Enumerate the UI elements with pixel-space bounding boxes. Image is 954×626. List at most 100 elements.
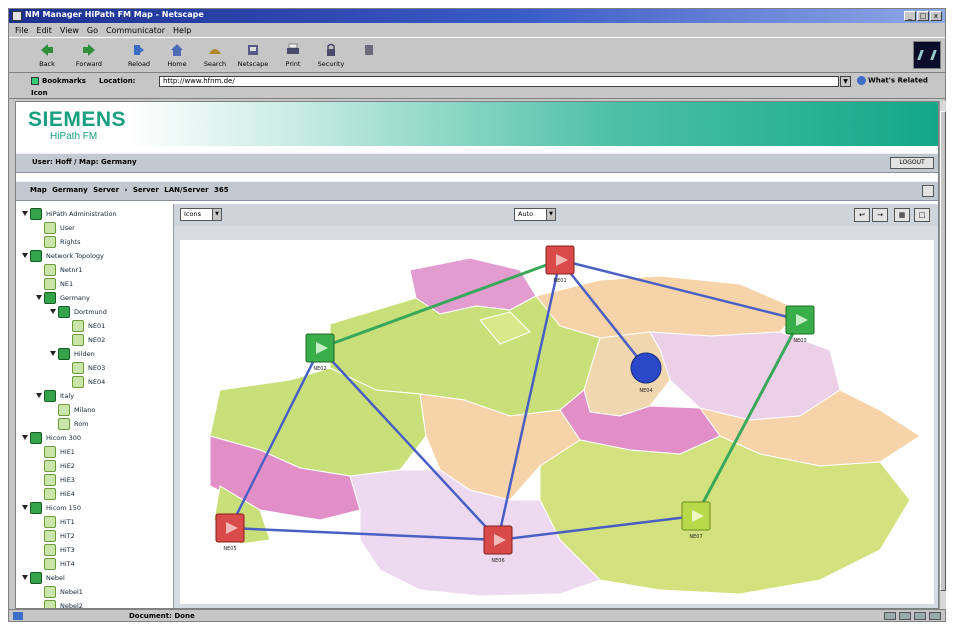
security-icon bbox=[327, 43, 335, 56]
connection-icon bbox=[13, 612, 23, 620]
tree-item-label: HiT4 bbox=[60, 560, 75, 568]
tree-item-label: Nebel1 bbox=[60, 588, 83, 596]
tree-folder-icon bbox=[30, 432, 42, 444]
menu-help[interactable]: Help bbox=[173, 26, 191, 35]
tree-item-label: User bbox=[60, 224, 75, 232]
whats-related-button[interactable]: What's Related bbox=[857, 76, 928, 85]
expand-toggle-icon[interactable] bbox=[36, 295, 42, 300]
tree-item-label: Rom bbox=[74, 420, 89, 428]
tree-leaf-icon bbox=[44, 222, 56, 234]
tree-leaf-icon bbox=[44, 474, 56, 486]
home-icon bbox=[171, 44, 183, 56]
map-grid-button[interactable]: ▦ bbox=[894, 208, 910, 222]
stop-button[interactable] bbox=[351, 40, 387, 72]
menu-file[interactable]: File bbox=[15, 26, 28, 35]
tree-leaf-icon bbox=[44, 516, 56, 528]
expand-toggle-icon[interactable] bbox=[22, 435, 28, 440]
expand-toggle-icon[interactable] bbox=[22, 211, 28, 216]
tree-leaf-icon bbox=[72, 334, 84, 346]
title-bar: NM Manager HiPath FM Map - Netscape _ □ … bbox=[9, 9, 945, 23]
tree-item-label: NE04 bbox=[88, 378, 106, 386]
tree-item-label: Italy bbox=[60, 392, 75, 400]
url-dropdown-icon[interactable]: ▼ bbox=[840, 76, 851, 87]
tree-leaf-icon bbox=[72, 320, 84, 332]
germany-network-map: NE01 NE02 NE03 NE04 NE05 NE06 NE07 bbox=[180, 240, 934, 604]
forward-button[interactable]: Forward bbox=[71, 40, 107, 72]
back-button[interactable]: Back bbox=[29, 40, 65, 72]
view-select[interactable]: Icons ▼ bbox=[180, 208, 222, 221]
user-bar: User: Hoff / Map: Germany LOGOUT bbox=[16, 153, 938, 173]
instant-message-label[interactable]: Icon bbox=[31, 89, 48, 97]
tree-item-label: Germany bbox=[60, 294, 90, 302]
reload-button[interactable]: Reload bbox=[121, 40, 157, 72]
location-label: Location: bbox=[99, 77, 136, 85]
status-tray bbox=[884, 612, 941, 620]
app-icon bbox=[12, 11, 22, 21]
tree-item-label: NE01 bbox=[88, 322, 106, 330]
maximize-button[interactable]: □ bbox=[917, 11, 929, 21]
tree-item-label: Milano bbox=[74, 406, 96, 414]
menu-communicator[interactable]: Communicator bbox=[106, 26, 165, 35]
browser-window: NM Manager HiPath FM Map - Netscape _ □ … bbox=[8, 8, 946, 622]
bookmarks-button[interactable]: Bookmarks bbox=[31, 77, 86, 85]
breadcrumb-info-icon[interactable] bbox=[922, 185, 934, 197]
minimize-button[interactable]: _ bbox=[904, 11, 916, 21]
expand-toggle-icon[interactable] bbox=[22, 253, 28, 258]
user-info: User: Hoff / Map: Germany bbox=[32, 158, 137, 166]
map-toolbar: Icons ▼ Auto ▼ ↩ → ▦ □ bbox=[174, 204, 938, 226]
menu-view[interactable]: View bbox=[60, 26, 79, 35]
tree-item-label: HiT1 bbox=[60, 518, 75, 526]
tree-leaf-icon bbox=[72, 362, 84, 374]
map-window-button[interactable]: □ bbox=[914, 208, 930, 222]
menu-edit[interactable]: Edit bbox=[36, 26, 52, 35]
scrollbar-thumb[interactable] bbox=[940, 111, 946, 591]
search-icon bbox=[209, 49, 221, 54]
url-input[interactable]: http://www.hfnm.de/ bbox=[159, 76, 839, 87]
tree-folder-icon bbox=[44, 390, 56, 402]
tree-leaf-icon bbox=[44, 558, 56, 570]
stop-icon bbox=[365, 45, 373, 55]
breadcrumb-text: Map Germany Server › Server LAN/Server 3… bbox=[30, 186, 229, 194]
tree-item-label: HiPath Administration bbox=[46, 210, 117, 218]
search-button[interactable]: Search bbox=[197, 40, 233, 72]
tree-item-label: Nebel2 bbox=[60, 602, 83, 609]
messenger-icon[interactable] bbox=[929, 612, 941, 620]
logout-button[interactable]: LOGOUT bbox=[890, 157, 934, 169]
navigation-tree: HiPath Administration User Rights Network T… bbox=[16, 204, 174, 609]
expand-toggle-icon[interactable] bbox=[22, 505, 28, 510]
svg-text:NE07: NE07 bbox=[689, 534, 702, 540]
tree-leaf-icon bbox=[44, 278, 56, 290]
print-button[interactable]: Print bbox=[275, 40, 311, 72]
tree-item-label: NE1 bbox=[60, 280, 74, 288]
tree-folder-icon bbox=[30, 502, 42, 514]
svg-text:NE01: NE01 bbox=[553, 278, 566, 284]
security-button[interactable]: Security bbox=[313, 40, 349, 72]
home-button[interactable]: Home bbox=[159, 40, 195, 72]
security-status-icon[interactable] bbox=[884, 612, 896, 620]
expand-toggle-icon[interactable] bbox=[50, 351, 56, 356]
tree-folder-icon bbox=[30, 572, 42, 584]
composer-icon[interactable] bbox=[914, 612, 926, 620]
expand-toggle-icon[interactable] bbox=[50, 309, 56, 314]
close-button[interactable]: x bbox=[930, 11, 942, 21]
bookmarks-icon bbox=[31, 77, 39, 85]
zoom-select[interactable]: Auto ▼ bbox=[514, 208, 556, 221]
tree-leaf-icon bbox=[44, 446, 56, 458]
map-back-button[interactable]: ↩ bbox=[854, 208, 870, 222]
expand-toggle-icon[interactable] bbox=[36, 393, 42, 398]
expand-toggle-icon[interactable] bbox=[22, 575, 28, 580]
tree-leaf-icon bbox=[44, 600, 56, 608]
tree-item-label: NE03 bbox=[88, 364, 106, 372]
vertical-scrollbar[interactable] bbox=[939, 101, 946, 609]
netscape-throbber-icon bbox=[913, 41, 941, 69]
tree-item-label: NE02 bbox=[88, 336, 106, 344]
mail-icon[interactable] bbox=[899, 612, 911, 620]
tree-item-label: HiE2 bbox=[60, 462, 75, 470]
netscape-button[interactable]: Netscape bbox=[235, 40, 271, 72]
svg-text:NE03: NE03 bbox=[793, 338, 806, 344]
tree-item-label: Network Topology bbox=[46, 252, 104, 260]
menu-bar: File Edit View Go Communicator Help bbox=[9, 23, 945, 37]
tree-leaf-icon bbox=[44, 488, 56, 500]
menu-go[interactable]: Go bbox=[87, 26, 98, 35]
map-forward-button[interactable]: → bbox=[872, 208, 888, 222]
